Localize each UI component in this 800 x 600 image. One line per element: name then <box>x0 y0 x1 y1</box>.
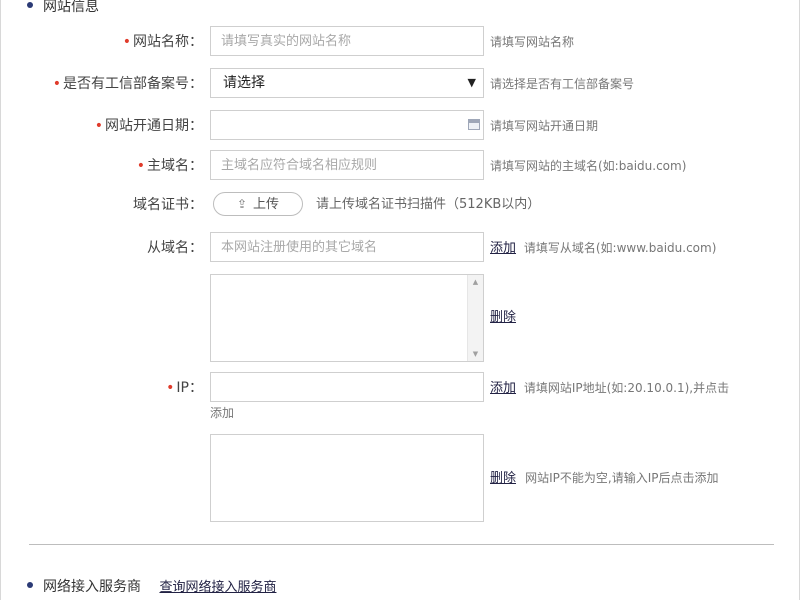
sub-domain-hint: 请填写从域名(如:www.baidu.com) <box>523 241 717 255</box>
sub-domain-textarea[interactable] <box>211 275 467 361</box>
site-name-hint: 请填写网站名称 <box>490 35 575 49</box>
open-date-hint: 请填写网站开通日期 <box>490 119 599 133</box>
cert-hint: 请上传域名证书扫描件（512KB以内） <box>316 197 541 212</box>
sub-domain-scrollbar[interactable]: ▲ ▼ <box>467 275 483 361</box>
icp-hint: 请选择是否有工信部备案号 <box>490 77 635 91</box>
upload-button-label: 上传 <box>253 197 280 212</box>
form-page: 网站信息 •网站名称： 请填写网站名称 •是否有工信部备案号： 请选择 ▼ 请选… <box>0 0 800 600</box>
row-icp: • 是否有工信部备案号： 请选择 ▼ 请选择是否有工信部备案号 <box>1 68 800 100</box>
sub-domain-label: 从域名： <box>147 240 203 256</box>
ip-delete-wrap: 删除 网站IP不能为空,请输入IP后点击添加 <box>490 467 718 486</box>
scroll-up-icon[interactable]: ▲ <box>468 275 483 289</box>
row-ip: • IP： 添加 请填网站IP地址(如:20.10.0.1),并点击 <box>1 372 800 404</box>
site-name-label: • 网站名称： <box>122 34 203 50</box>
sub-domain-input[interactable] <box>210 232 484 262</box>
section-title: 网站信息 <box>43 0 99 15</box>
main-domain-label: • 主域名： <box>136 158 203 174</box>
section-divider <box>29 544 774 545</box>
sub-domain-add-link[interactable]: 添加 <box>490 241 516 256</box>
ip-textarea[interactable] <box>211 435 467 521</box>
icp-select-value: 请选择 <box>223 75 265 91</box>
sub-domain-list: ▲ ▼ <box>210 274 484 362</box>
bullet-icon <box>27 2 33 8</box>
sub-domain-hint-wrap: 添加 请填写从域名(如:www.baidu.com) <box>490 232 716 264</box>
main-domain-hint: 请填写网站的主域名(如:baidu.com) <box>490 159 687 173</box>
ip-hint-continued: 添加 <box>210 406 235 420</box>
ip-hint-wrap: 添加 请填网站IP地址(如:20.10.0.1),并点击 <box>490 372 729 404</box>
row-cert: 域名证书： ⇪ 上传 请上传域名证书扫描件（512KB以内） <box>1 189 800 221</box>
query-isp-link[interactable]: 查询网络接入服务商 <box>159 580 276 595</box>
sub-domain-delete-link[interactable]: 删除 <box>490 306 516 325</box>
row-sub-domain: 从域名： 添加 请填写从域名(如:www.baidu.com) <box>1 232 800 264</box>
ip-delete-link[interactable]: 删除 <box>490 471 516 486</box>
row-site-name: •网站名称： 请填写网站名称 <box>1 26 800 58</box>
section-site-info: 网站信息 <box>27 0 99 16</box>
ip-label: • IP： <box>166 380 203 396</box>
bullet-icon <box>27 582 33 588</box>
ip-list <box>210 434 484 522</box>
site-name-input[interactable] <box>210 26 484 56</box>
scroll-down-icon[interactable]: ▼ <box>468 347 483 361</box>
open-date-label: • 网站开通日期： <box>94 118 203 134</box>
upload-icon: ⇪ <box>236 197 248 211</box>
ip-hint: 请填网站IP地址(如:20.10.0.1),并点击 <box>523 381 730 395</box>
icp-label: • 是否有工信部备案号： <box>52 76 203 92</box>
triangle-down-icon: ▼ <box>467 76 476 89</box>
calendar-icon[interactable] <box>468 119 480 130</box>
row-main-domain: •主域名： 请填写网站的主域名(如:baidu.com) <box>1 150 800 182</box>
section-isp: 网络接入服务商 查询网络接入服务商 <box>27 576 276 596</box>
open-date-input[interactable] <box>210 110 484 140</box>
upload-button[interactable]: ⇪ 上传 <box>213 192 303 216</box>
cert-label: 域名证书： <box>133 197 203 213</box>
ip-add-link[interactable]: 添加 <box>490 381 516 396</box>
icp-select[interactable]: 请选择 ▼ <box>210 68 484 98</box>
row-open-date: • 网站开通日期： 请填写网站开通日期 <box>1 110 800 142</box>
ip-delete-hint: 网站IP不能为空,请输入IP后点击添加 <box>525 471 719 485</box>
section2-title: 网络接入服务商 <box>43 579 141 595</box>
main-domain-input[interactable] <box>210 150 484 180</box>
ip-input[interactable] <box>210 372 484 402</box>
